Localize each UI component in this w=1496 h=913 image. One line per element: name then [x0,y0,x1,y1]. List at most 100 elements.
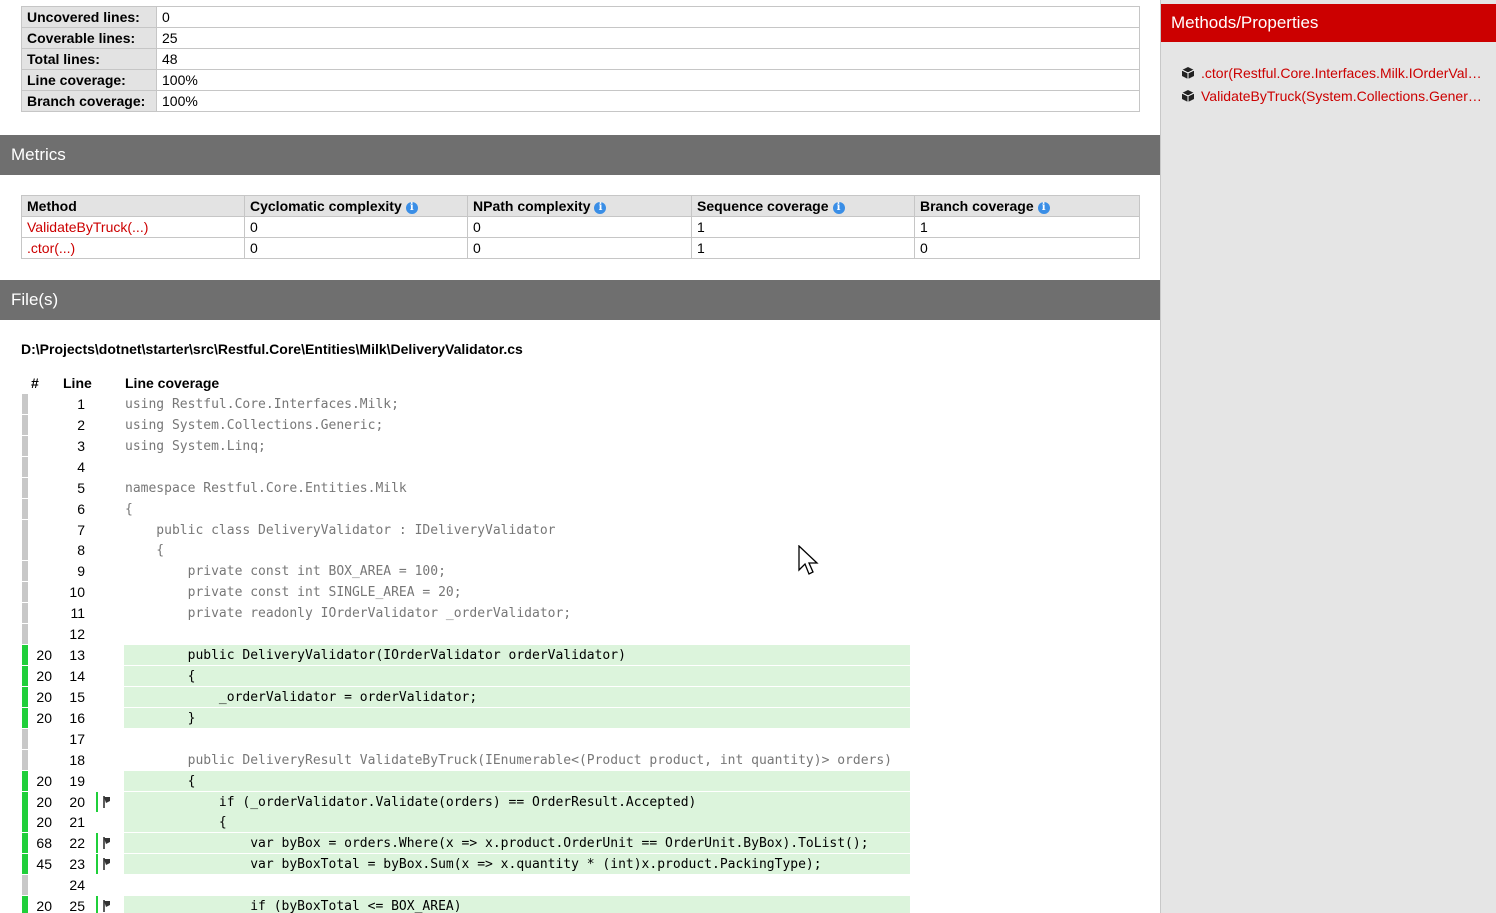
source-code: if (byBoxTotal <= BOX_AREA) [124,896,910,913]
metrics-row: ValidateByTruck(...) 0 0 1 1 [21,216,1140,238]
branch-icon[interactable] [102,857,112,871]
coverage-bar [22,435,28,456]
summary-label: Coverable lines: [21,27,157,49]
source-code: var byBox = orders.Where(x => x.product.… [124,833,910,854]
coverage-bar [22,414,28,435]
summary-label: Total lines: [21,48,157,70]
line-number: 21 [69,814,85,831]
method-list-item[interactable]: .ctor(Restful.Core.Interfaces.Milk.IOrde… [1181,61,1496,84]
coverage-bar [22,394,28,414]
source-code: { [124,812,910,833]
hit-count: 20 [36,647,52,664]
metrics-cyclomatic-cell: 0 [244,237,468,259]
coverage-bar [22,540,28,561]
sidebar: Methods/Properties .ctor(Restful.Core.In… [1160,0,1496,913]
info-icon[interactable]: i [405,202,418,214]
metrics-col-npath: NPath complexity i [467,195,692,217]
method-link[interactable]: ValidateByTruck(...) [27,219,148,235]
source-code: public DeliveryResult ValidateByTruck(IE… [125,752,893,768]
branch-coverage-bar [96,854,98,875]
summary-value: 25 [156,27,1140,49]
metrics-method-cell: ValidateByTruck(...) [21,216,245,238]
method-link[interactable]: ValidateByTruck(System.Collections.Gener… [1201,88,1483,104]
line-number: 13 [69,647,85,664]
method-link[interactable]: .ctor(Restful.Core.Interfaces.Milk.IOrde… [1201,65,1483,81]
coverage-bar [22,477,28,498]
branch-icon[interactable] [102,899,112,913]
file-path: D:\Projects\dotnet\starter\src\Restful.C… [21,341,523,357]
hit-count: 68 [36,835,52,852]
source-code: namespace Restful.Core.Entities.Milk [125,480,407,496]
source-code [124,457,125,477]
summary-row: Coverable lines: 25 [21,27,1140,49]
metrics-section-header: Metrics [0,135,1160,175]
line-number: 1 [77,396,85,412]
source-code [124,875,125,895]
coverage-bar [22,456,28,477]
coverage-bar [22,728,28,749]
line-number: 22 [69,835,85,852]
main-content: Uncovered lines: 0 Coverable lines: 25 Total… [0,0,1160,913]
metrics-row: .ctor(...) 0 0 1 0 [21,237,1140,259]
source-code: private readonly IOrderValidator _orderV… [125,606,572,622]
metrics-cyclomatic-cell: 0 [244,216,468,238]
source-code: var byBoxTotal = byBox.Sum(x => x.quanti… [124,854,910,875]
line-number: 12 [69,626,85,643]
hit-count: 20 [36,667,52,684]
method-list: .ctor(Restful.Core.Interfaces.Milk.IOrde… [1161,42,1496,107]
metrics-method-cell: .ctor(...) [21,237,245,259]
source-code: using System.Linq; [125,438,266,454]
source-code: { [124,665,910,686]
info-icon[interactable]: i [594,202,607,214]
metrics-branch-cell: 1 [914,216,1140,238]
source-code [124,729,125,749]
line-number: 24 [69,877,85,894]
metrics-sequence-cell: 1 [691,237,915,259]
source-code [124,624,125,644]
metrics-branch-cell: 0 [914,237,1140,259]
info-icon[interactable]: i [832,202,845,214]
hit-count: 45 [36,856,52,873]
line-number: 20 [69,793,85,810]
summary-row: Branch coverage: 100% [21,90,1140,112]
line-number: 15 [69,688,85,705]
source-code: { [124,770,910,791]
summary-row: Uncovered lines: 0 [21,6,1140,28]
summary-value: 48 [156,48,1140,70]
source-code: using System.Collections.Generic; [125,417,384,433]
metrics-col-cyclomatic: Cyclomatic complexity i [244,195,468,217]
col-header-line-coverage: Line coverage [125,375,220,391]
method-link[interactable]: .ctor(...) [27,240,75,256]
summary-label: Uncovered lines: [21,6,157,28]
cube-icon [1181,89,1195,102]
metrics-header-row: Method Cyclomatic complexity i NPath comp… [21,195,1140,217]
coverage-bar [22,498,28,519]
metrics-col-sequence: Sequence coverage i [691,195,915,217]
mouse-cursor-icon [798,545,819,575]
summary-row: Line coverage: 100% [21,69,1140,91]
col-header-line: Line [63,375,92,391]
line-number: 19 [69,772,85,789]
cube-icon [1181,66,1195,79]
info-icon[interactable]: i [1037,202,1050,214]
line-number: 6 [77,500,85,517]
summary-label: Branch coverage: [21,90,157,112]
line-number: 5 [77,479,85,496]
metrics-table: Method Cyclomatic complexity i NPath comp… [21,195,1140,259]
branch-icon[interactable] [102,795,112,809]
hit-count: 20 [36,898,52,913]
branch-icon[interactable] [102,836,112,850]
coverage-bar [22,603,28,624]
hit-count: 20 [36,709,52,726]
line-number: 23 [69,856,85,873]
col-header-hash: # [31,375,39,391]
metrics-npath-cell: 0 [467,216,692,238]
hit-count: 20 [36,814,52,831]
branch-coverage-bar [96,896,98,913]
metrics-col-branch: Branch coverage i [914,195,1140,217]
metrics-col-method: Method [21,195,245,217]
method-list-item[interactable]: ValidateByTruck(System.Collections.Gener… [1181,84,1496,107]
source-code: if (_orderValidator.Validate(orders) == … [124,791,910,812]
source-code: public class DeliveryValidator : IDelive… [125,522,556,538]
source-code: _orderValidator = orderValidator; [124,686,910,707]
